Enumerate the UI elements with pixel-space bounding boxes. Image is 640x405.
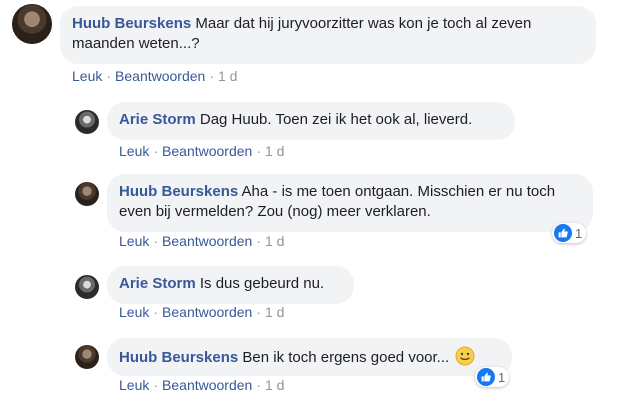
reaction-count: 1: [575, 225, 583, 241]
avatar[interactable]: [75, 182, 99, 206]
avatar[interactable]: [75, 275, 99, 299]
comment-actions: Leuk · Beantwoorden · 1 d: [72, 68, 237, 84]
comment-bubble: Huub Beurskens Ben ik toch ergens goed v…: [107, 338, 512, 376]
comment-author[interactable]: Huub Beurskens: [119, 349, 238, 366]
like-button[interactable]: Leuk: [119, 304, 149, 320]
separator: ·: [256, 377, 261, 393]
separator: ·: [153, 143, 159, 159]
separator: ·: [153, 304, 159, 320]
separator: ·: [256, 233, 261, 249]
avatar[interactable]: [75, 345, 99, 369]
comment-author[interactable]: Arie Storm: [119, 275, 196, 292]
comment-timestamp[interactable]: 1 d: [218, 68, 237, 84]
reply-button[interactable]: Beantwoorden: [162, 304, 252, 320]
comment-actions: Leuk · Beantwoorden · 1 d: [119, 143, 284, 159]
reply-button[interactable]: Beantwoorden: [115, 68, 205, 84]
comment-timestamp[interactable]: 1 d: [265, 233, 284, 249]
slightly-smiling-face-icon: [455, 346, 475, 366]
reply-button[interactable]: Beantwoorden: [162, 143, 252, 159]
comment-text: Dag Huub. Toen zei ik het ook al, liever…: [199, 111, 473, 128]
like-button[interactable]: Leuk: [119, 377, 149, 393]
reaction-count: 1: [498, 369, 506, 385]
comment-timestamp[interactable]: 1 d: [265, 143, 284, 159]
comment-bubble: Arie Storm Dag Huub. Toen zei ik het ook…: [107, 102, 515, 140]
separator: ·: [256, 304, 261, 320]
comment-author[interactable]: Huub Beurskens: [119, 183, 238, 200]
separator: ·: [153, 377, 159, 393]
comment-author[interactable]: Huub Beurskens: [72, 15, 191, 32]
comment-text: Ben ik toch ergens goed voor...: [242, 349, 450, 366]
separator: ·: [209, 68, 214, 84]
avatar[interactable]: [12, 4, 52, 44]
separator: ·: [153, 233, 159, 249]
like-button[interactable]: Leuk: [119, 233, 149, 249]
comment-bubble: Huub Beurskens Maar dat hij juryvoorzitt…: [60, 6, 596, 64]
comment-author[interactable]: Arie Storm: [119, 111, 196, 128]
comment-bubble: Huub Beurskens Aha - is me toen ontgaan.…: [107, 174, 593, 232]
comment-text: Is dus gebeurd nu.: [199, 275, 325, 292]
comment-timestamp[interactable]: 1 d: [265, 377, 284, 393]
separator: ·: [256, 143, 261, 159]
comment-actions: Leuk · Beantwoorden · 1 d: [119, 233, 284, 249]
reaction-summary[interactable]: 1: [475, 367, 510, 387]
comment-timestamp[interactable]: 1 d: [265, 304, 284, 320]
avatar[interactable]: [75, 110, 99, 134]
comment-actions: Leuk · Beantwoorden · 1 d: [119, 304, 284, 320]
separator: ·: [106, 68, 112, 84]
reply-button[interactable]: Beantwoorden: [162, 377, 252, 393]
like-icon: [477, 368, 495, 386]
like-button[interactable]: Leuk: [72, 68, 102, 84]
reaction-summary[interactable]: 1: [552, 223, 587, 243]
comment-actions: Leuk · Beantwoorden · 1 d: [119, 377, 284, 393]
reply-button[interactable]: Beantwoorden: [162, 233, 252, 249]
like-button[interactable]: Leuk: [119, 143, 149, 159]
like-icon: [554, 224, 572, 242]
comment-bubble: Arie Storm Is dus gebeurd nu.: [107, 266, 354, 304]
